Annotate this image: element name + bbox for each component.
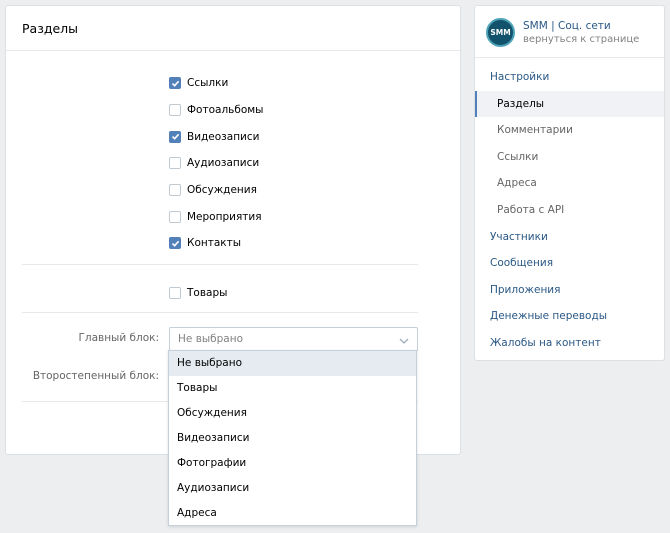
checkbox-label: Обсуждения [187,184,257,197]
group-name-link[interactable]: SMM | Соц. сети [523,20,611,32]
checkbox-icon[interactable] [169,157,181,170]
checkbox-photo-albums[interactable]: Фотоальбомы [169,97,263,124]
checkbox-label: Товары [187,287,228,300]
group-header: SMM SMM | Соц. сети вернуться к странице [475,6,664,58]
chevron-down-icon [399,335,409,347]
checkbox-audio[interactable]: Аудиозаписи [169,150,263,177]
dropdown-option[interactable]: Не выбрано [169,351,416,376]
sidebar-item-members[interactable]: Участники [475,224,664,251]
checkbox-discussions[interactable]: Обсуждения [169,177,263,204]
checkbox-links[interactable]: Ссылки [169,70,263,97]
sidebar-item-settings[interactable]: Настройки [475,64,664,91]
checkbox-contacts[interactable]: Контакты [169,230,263,257]
sidebar-item-sections[interactable]: Разделы [475,90,664,118]
checkbox-label: Видеозаписи [187,130,260,143]
sidebar-item-api[interactable]: Работа с API [475,197,664,224]
checkbox-icon[interactable] [169,130,181,143]
checkbox-events[interactable]: Мероприятия [169,203,263,230]
dropdown-option[interactable]: Адреса [169,501,416,526]
checkbox-icon[interactable] [169,237,181,250]
checkbox-icon[interactable] [169,184,181,197]
checkbox-label: Контакты [187,237,242,250]
settings-menu: Настройки Разделы Комментарии Ссылки Адр… [475,64,664,357]
dropdown-option[interactable]: Аудиозаписи [169,476,416,501]
back-to-page-link[interactable]: вернуться к странице [523,34,639,45]
sidebar-item-complaints[interactable]: Жалобы на контент [475,330,664,357]
dropdown-option[interactable]: Обсуждения [169,401,416,426]
goods-checkbox-wrap: Товары [169,280,227,307]
checkbox-goods[interactable]: Товары [169,280,227,307]
checkbox-icon[interactable] [169,287,181,300]
sidebar-item-links[interactable]: Ссылки [475,144,664,171]
main-block-select[interactable]: Не выбрано [169,327,418,351]
avatar[interactable]: SMM [486,18,515,47]
checkbox-label: Фотоальбомы [187,104,264,117]
sidebar-item-messages[interactable]: Сообщения [475,250,664,277]
sidebar-item-apps[interactable]: Приложения [475,277,664,304]
panel-title: Разделы [6,6,460,51]
checkbox-icon[interactable] [169,104,181,117]
secondary-block-label: Второстепенный блок: [32,370,159,382]
checkbox-videos[interactable]: Видеозаписи [169,123,263,150]
dropdown-option[interactable]: Видеозаписи [169,426,416,451]
main-block-dropdown: Не выбрано Товары Обсуждения Видеозаписи… [168,350,417,526]
main-block-value: Не выбрано [178,333,244,345]
sidebar-item-comments[interactable]: Комментарии [475,117,664,144]
main-block-label: Главный блок: [78,332,159,344]
sections-checkbox-list: Ссылки Фотоальбомы Видеозаписи Аудиозапи… [169,70,263,257]
dropdown-option[interactable]: Фотографии [169,451,416,476]
divider [22,264,418,265]
sidebar-item-money-transfers[interactable]: Денежные переводы [475,303,664,330]
sidebar-item-addresses[interactable]: Адреса [475,170,664,197]
checkbox-label: Ссылки [187,77,229,90]
divider [22,312,418,313]
checkbox-icon[interactable] [169,210,181,223]
checkbox-icon[interactable] [169,77,181,90]
checkbox-label: Мероприятия [187,210,262,223]
sidebar: SMM SMM | Соц. сети вернуться к странице… [474,5,665,361]
checkbox-label: Аудиозаписи [187,157,260,170]
dropdown-option[interactable]: Товары [169,376,416,401]
